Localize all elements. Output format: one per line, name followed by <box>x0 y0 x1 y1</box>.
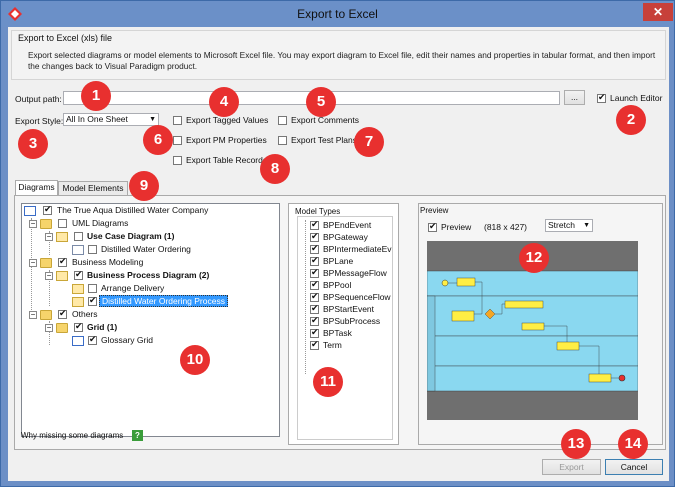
collapse-icon[interactable]: − <box>45 272 53 280</box>
preview-mode-select[interactable]: Stretch ▼ <box>545 219 593 232</box>
collapse-icon[interactable]: − <box>45 324 53 332</box>
tab-model-elements[interactable]: Model Elements <box>58 181 128 196</box>
bp-group-check[interactable] <box>74 269 83 280</box>
business-process-diagram-icon <box>72 297 84 307</box>
business-process-diagram-icon <box>72 284 84 294</box>
diagram-tree[interactable]: The True Aqua Distilled Water Company − … <box>21 203 280 437</box>
annotation-badge-14: 14 <box>618 429 648 459</box>
use-case-group-check[interactable] <box>74 232 83 241</box>
collapse-icon[interactable]: − <box>45 233 53 241</box>
comments-check[interactable] <box>278 116 287 125</box>
test-plans-check[interactable] <box>278 136 287 145</box>
grid-group-label: Grid (1) <box>87 322 118 332</box>
preview-mode-value: Stretch <box>548 220 575 230</box>
preview-checkbox-label: Preview <box>441 222 472 232</box>
export-style-label: Export Style: <box>15 116 64 126</box>
export-style-select[interactable]: All In One Sheet ▼ <box>63 113 159 126</box>
chevron-down-icon: ▼ <box>583 222 590 229</box>
why-missing-link[interactable]: Why missing some diagrams <box>21 431 123 440</box>
table-records-label: Export Table Records <box>186 155 268 165</box>
annotation-badge-4: 4 <box>209 87 239 117</box>
launch-editor-label: Launch Editor <box>610 93 663 103</box>
glossary-grid-check[interactable] <box>88 334 97 345</box>
annotation-badge-11: 11 <box>313 367 343 397</box>
test-plans-label: Export Test Plans <box>291 135 357 145</box>
project-label: The True Aqua Distilled Water Company <box>57 205 209 215</box>
annotation-badge-7: 7 <box>354 127 384 157</box>
pm-properties-label: Export PM Properties <box>186 135 267 145</box>
preview-size: (818 x 427) <box>484 222 527 232</box>
folder-icon <box>40 219 52 229</box>
ordering-process-check[interactable] <box>88 295 97 306</box>
export-style-value: All In One Sheet <box>66 114 128 124</box>
title-bar[interactable]: Export to Excel ✕ <box>1 1 674 27</box>
folder-icon <box>56 323 68 333</box>
project-icon <box>24 206 36 216</box>
annotation-badge-2: 2 <box>616 105 646 135</box>
close-button[interactable]: ✕ <box>643 3 673 21</box>
folder-icon <box>40 258 52 268</box>
use-case-label: Distilled Water Ordering <box>101 244 191 254</box>
annotation-badge-1: 1 <box>81 81 111 111</box>
preview-check[interactable] <box>428 221 437 232</box>
use-case-check[interactable] <box>88 245 97 254</box>
grid-icon <box>72 336 84 346</box>
collapse-icon[interactable]: − <box>29 259 37 267</box>
business-process-diagram-icon <box>56 271 68 281</box>
maximize-button[interactable] <box>615 3 640 21</box>
use-case-diagram-icon <box>56 232 68 242</box>
annotation-badge-9: 9 <box>129 171 159 201</box>
comments-label: Export Comments <box>291 115 360 125</box>
preview-label: Preview <box>420 206 449 215</box>
help-icon[interactable]: ? <box>132 430 143 441</box>
model-types-label: Model Types <box>295 207 341 216</box>
tagged-values-check[interactable] <box>173 116 182 125</box>
cancel-button[interactable]: Cancel <box>605 459 663 475</box>
annotation-badge-12: 12 <box>519 243 549 273</box>
browse-button[interactable]: ... <box>564 90 585 105</box>
output-path-label: Output path: <box>15 94 62 104</box>
annotation-badge-6: 6 <box>143 125 173 155</box>
collapse-icon[interactable]: − <box>29 220 37 228</box>
arrange-delivery-label: Arrange Delivery <box>101 283 165 293</box>
annotation-badge-13: 13 <box>561 429 591 459</box>
model-types-list[interactable]: BPEndEvent BPGateway BPIntermediateEv BP… <box>297 216 393 440</box>
bm-label: Business Modeling <box>72 257 144 267</box>
bm-check[interactable] <box>58 256 67 267</box>
glossary-grid-label: Glossary Grid <box>101 335 153 345</box>
minimize-button[interactable] <box>589 3 614 21</box>
grid-group-check[interactable] <box>74 321 83 332</box>
header-description: Export selected diagrams or model elemen… <box>28 50 656 71</box>
annotation-badge-3: 3 <box>18 129 48 159</box>
annotation-badge-10: 10 <box>180 345 210 375</box>
folder-icon <box>40 310 52 320</box>
use-case-diagram-icon <box>72 245 84 255</box>
export-button[interactable]: Export <box>542 459 601 475</box>
uml-check[interactable] <box>58 219 67 228</box>
chevron-down-icon: ▼ <box>149 116 156 123</box>
others-check[interactable] <box>58 308 67 319</box>
launch-editor-check[interactable] <box>597 92 606 103</box>
ordering-process-label: Distilled Water Ordering Process <box>99 295 228 307</box>
project-check[interactable] <box>43 204 52 215</box>
table-records-check[interactable] <box>173 156 182 165</box>
collapse-icon[interactable]: − <box>29 311 37 319</box>
uml-label: UML Diagrams <box>72 218 129 228</box>
use-case-group-label: Use Case Diagram (1) <box>87 231 175 241</box>
others-label: Others <box>72 309 98 319</box>
annotation-badge-5: 5 <box>306 87 336 117</box>
export-dialog: Export to Excel ✕ Export to Excel (xls) … <box>0 0 675 487</box>
annotation-badge-8: 8 <box>260 154 290 184</box>
bp-group-label: Business Process Diagram (2) <box>87 270 210 280</box>
window-title: Export to Excel <box>297 7 378 21</box>
pm-properties-check[interactable] <box>173 136 182 145</box>
arrange-delivery-check[interactable] <box>88 284 97 293</box>
header-panel: Export to Excel (xls) file Export select… <box>11 30 666 80</box>
header-title: Export to Excel (xls) file <box>18 33 113 43</box>
